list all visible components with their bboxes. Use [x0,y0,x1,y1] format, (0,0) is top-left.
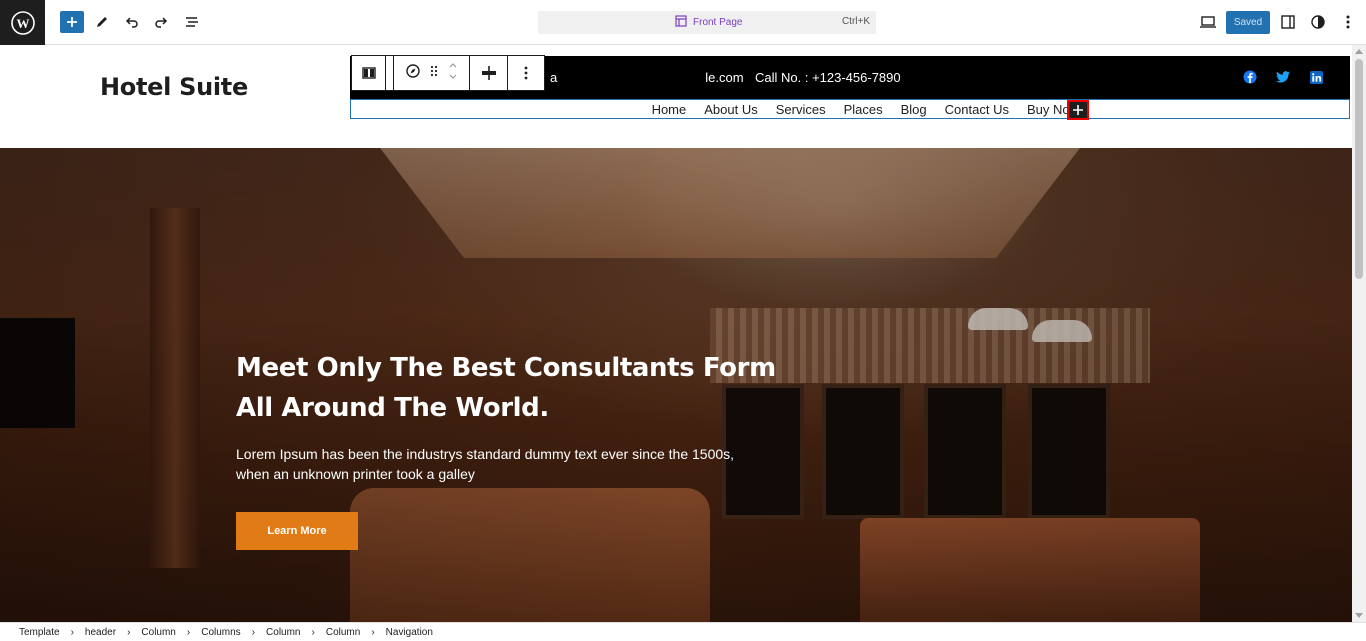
chevron-right-icon: › [371,626,375,638]
block-breadcrumb: Template › header › Column › Columns › C… [0,622,1366,641]
undo-icon[interactable] [120,10,144,34]
editor-canvas[interactable]: Hotel Suite a le.com Call No. : +123-456-… [0,45,1352,622]
navigation-block[interactable]: Home About Us Services Places Blog Conta… [350,99,1350,120]
breadcrumb-item-column[interactable]: Column [266,627,300,638]
document-title[interactable]: Front Page [675,15,742,30]
call-text[interactable]: Call No. : +123-456-7890 [755,70,901,85]
template-icon [675,15,687,30]
hero-heading-line1: Meet Only The Best Consultants Form [236,353,776,383]
desktop-preview-icon[interactable] [1196,10,1220,34]
chevron-right-icon: › [127,626,131,638]
pencil-icon[interactable] [90,10,114,34]
nav-item-blog[interactable]: Blog [901,102,927,117]
svg-text:W: W [16,16,29,31]
command-shortcut: Ctrl+K [841,16,870,27]
hero-paragraph[interactable]: Lorem Ipsum has been the industrys stand… [236,444,746,484]
canvas-scrollbar[interactable] [1352,45,1366,622]
breadcrumb-item-header[interactable]: header [85,627,116,638]
scroll-thumb[interactable] [1355,59,1363,279]
navigation-menu: Home About Us Services Places Blog Conta… [652,102,1079,117]
scroll-up-icon[interactable] [1355,49,1363,54]
compass-icon[interactable] [405,63,420,83]
breadcrumb-item-navigation[interactable]: Navigation [386,627,433,638]
styles-icon[interactable] [1306,10,1330,34]
move-up-down-icon[interactable] [448,61,458,86]
breadcrumb-item-template[interactable]: Template [19,627,60,638]
breadcrumb-item-column[interactable]: Column [326,627,360,638]
facebook-icon[interactable] [1242,69,1258,85]
scroll-down-icon[interactable] [1355,613,1363,618]
chevron-right-icon: › [311,626,315,638]
block-type-icon[interactable] [352,56,386,90]
nav-item-home[interactable]: Home [652,102,687,117]
plus-icon [1073,105,1083,115]
options-menu-icon[interactable] [1336,10,1360,34]
editor-toolbar: W Front Page Ctrl+K Saved [0,0,1366,45]
breadcrumb-item-column[interactable]: Column [141,627,175,638]
chevron-right-icon: › [70,626,74,638]
nav-item-contact-us[interactable]: Contact Us [945,102,1009,117]
chevron-right-icon: › [251,626,256,638]
learn-more-button[interactable]: Learn More [236,512,358,550]
block-toolbar[interactable] [351,55,545,91]
document-bar[interactable]: Front Page Ctrl+K [538,11,876,34]
hero-heading-line2: All Around The World. [236,393,549,423]
document-title-label: Front Page [693,17,743,28]
chevron-right-icon: › [186,626,191,638]
drag-handle-icon[interactable] [430,64,438,82]
saved-button[interactable]: Saved [1226,11,1270,34]
hero-cover-block[interactable]: Meet Only The Best Consultants Form All … [0,148,1352,622]
navigation-block-controls[interactable] [394,56,470,90]
justification-icon[interactable] [470,56,508,90]
list-view-icon[interactable] [180,10,204,34]
nav-item-places[interactable]: Places [844,102,883,117]
hero-heading[interactable]: Meet Only The Best Consultants Form All … [236,348,776,428]
nav-item-about-us[interactable]: About Us [704,102,757,117]
block-inserter-button[interactable] [60,11,84,33]
wordpress-logo-icon[interactable]: W [0,0,45,45]
linkedin-icon[interactable] [1308,69,1324,85]
more-options-icon[interactable] [508,56,544,90]
redo-icon[interactable] [149,10,173,34]
twitter-icon[interactable] [1275,69,1291,85]
breadcrumb-item-columns[interactable]: Columns [201,627,240,638]
email-text[interactable]: a le.com [550,70,744,85]
nav-item-services[interactable]: Services [776,102,826,117]
site-title[interactable]: Hotel Suite [100,73,248,101]
settings-sidebar-icon[interactable] [1276,10,1300,34]
toolbar-gap [386,56,394,90]
add-nav-item-button[interactable] [1067,100,1089,120]
